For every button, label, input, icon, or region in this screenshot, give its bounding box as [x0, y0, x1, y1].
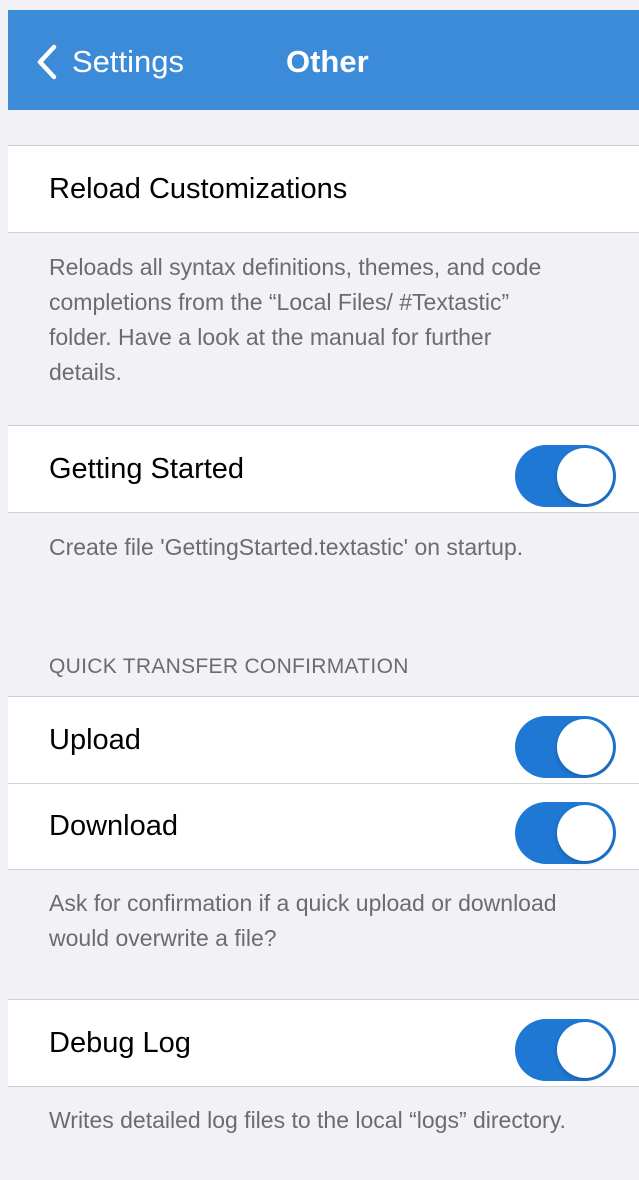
back-button-label: Settings: [72, 44, 185, 79]
getting-started-row: Getting Started: [8, 426, 639, 512]
reload-footer: Reloads all syntax definitions, themes, …: [49, 254, 542, 385]
toggle-knob: [557, 719, 613, 775]
reload-group: Reload Customizations: [8, 145, 639, 233]
debug-log-label: Debug Log: [49, 1027, 191, 1059]
toggle-knob: [557, 1022, 613, 1078]
toggle-knob: [557, 448, 613, 504]
quick-transfer-header: QUICK TRANSFER CONFIRMATION: [49, 655, 409, 678]
download-label: Download: [49, 810, 178, 842]
toggle-knob: [557, 805, 613, 861]
getting-started-group: Getting Started: [8, 425, 639, 513]
reload-customizations-row[interactable]: Reload Customizations: [8, 146, 639, 232]
quick-transfer-group: Upload Download: [8, 696, 639, 870]
debug-log-toggle[interactable]: [515, 1019, 616, 1081]
debug-log-row: Debug Log: [8, 1000, 639, 1086]
getting-started-label: Getting Started: [49, 453, 245, 485]
upload-toggle[interactable]: [515, 716, 616, 778]
download-row: Download: [8, 783, 639, 869]
debug-log-footer: Writes detailed log files to the local “…: [49, 1107, 566, 1133]
quick-transfer-footer: Ask for confirmation if a quick upload o…: [49, 890, 557, 951]
debug-log-group: Debug Log: [8, 999, 639, 1087]
navigation-bar: Settings Other: [8, 10, 639, 110]
page-title: Other: [286, 44, 369, 79]
getting-started-toggle[interactable]: [515, 445, 616, 507]
back-button[interactable]: Settings: [36, 40, 184, 84]
upload-label: Upload: [49, 724, 141, 756]
upload-row: Upload: [8, 697, 639, 783]
getting-started-footer: Create file 'GettingStarted.textastic' o…: [49, 534, 524, 560]
download-toggle[interactable]: [515, 802, 616, 864]
chevron-left-icon: [37, 44, 57, 80]
reload-customizations-label: Reload Customizations: [49, 173, 348, 205]
